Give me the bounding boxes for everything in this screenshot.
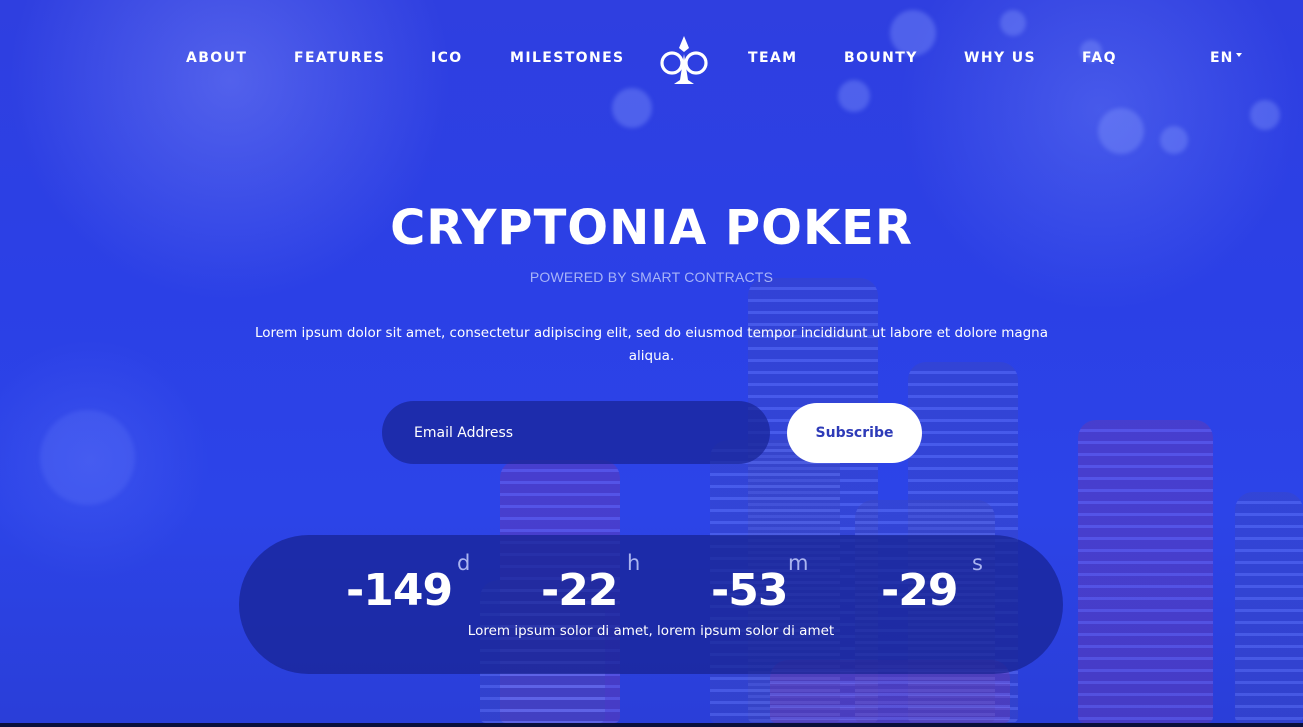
bottom-edge	[0, 723, 1303, 727]
nav-item-bounty[interactable]: BOUNTY	[844, 50, 918, 66]
hero-subtitle: POWERED BY SMART CONTRACTS	[529, 269, 774, 285]
nav-item-team[interactable]: TEAM	[748, 50, 797, 66]
subscribe-button[interactable]: Subscribe	[787, 403, 922, 463]
main-navigation: ABOUT FEATURES ICO MILESTONES TEAM BOUNT…	[0, 0, 1303, 118]
nav-item-ico[interactable]: ICO	[431, 50, 463, 66]
countdown-minutes-unit: m	[788, 551, 809, 575]
countdown-days: -149	[346, 565, 453, 616]
nav-item-why-us[interactable]: WHY US	[964, 50, 1036, 66]
countdown-caption: Lorem ipsum solor di amet, lorem ipsum s…	[467, 623, 835, 639]
countdown-seconds: -29	[881, 565, 958, 616]
email-field-container	[382, 401, 770, 464]
caret-down-icon	[1236, 53, 1243, 57]
club-spade-logo-icon[interactable]	[659, 34, 709, 86]
countdown-hours: -22	[541, 565, 618, 616]
hero-description: Lorem ipsum dolor sit amet, consectetur …	[254, 325, 1049, 364]
hero-title: CRYPTONIA POKER	[390, 200, 913, 256]
language-selector[interactable]: EN	[1210, 50, 1243, 66]
nav-item-features[interactable]: FEATURES	[294, 50, 385, 66]
nav-item-milestones[interactable]: MILESTONES	[510, 50, 625, 66]
countdown-hours-unit: h	[627, 551, 641, 575]
countdown-minutes: -53	[711, 565, 788, 616]
nav-item-faq[interactable]: FAQ	[1082, 50, 1117, 66]
email-field[interactable]	[382, 401, 770, 464]
countdown-days-unit: d	[457, 551, 471, 575]
nav-item-about[interactable]: ABOUT	[186, 50, 247, 66]
language-label: EN	[1210, 50, 1234, 66]
countdown-seconds-unit: s	[972, 551, 983, 575]
